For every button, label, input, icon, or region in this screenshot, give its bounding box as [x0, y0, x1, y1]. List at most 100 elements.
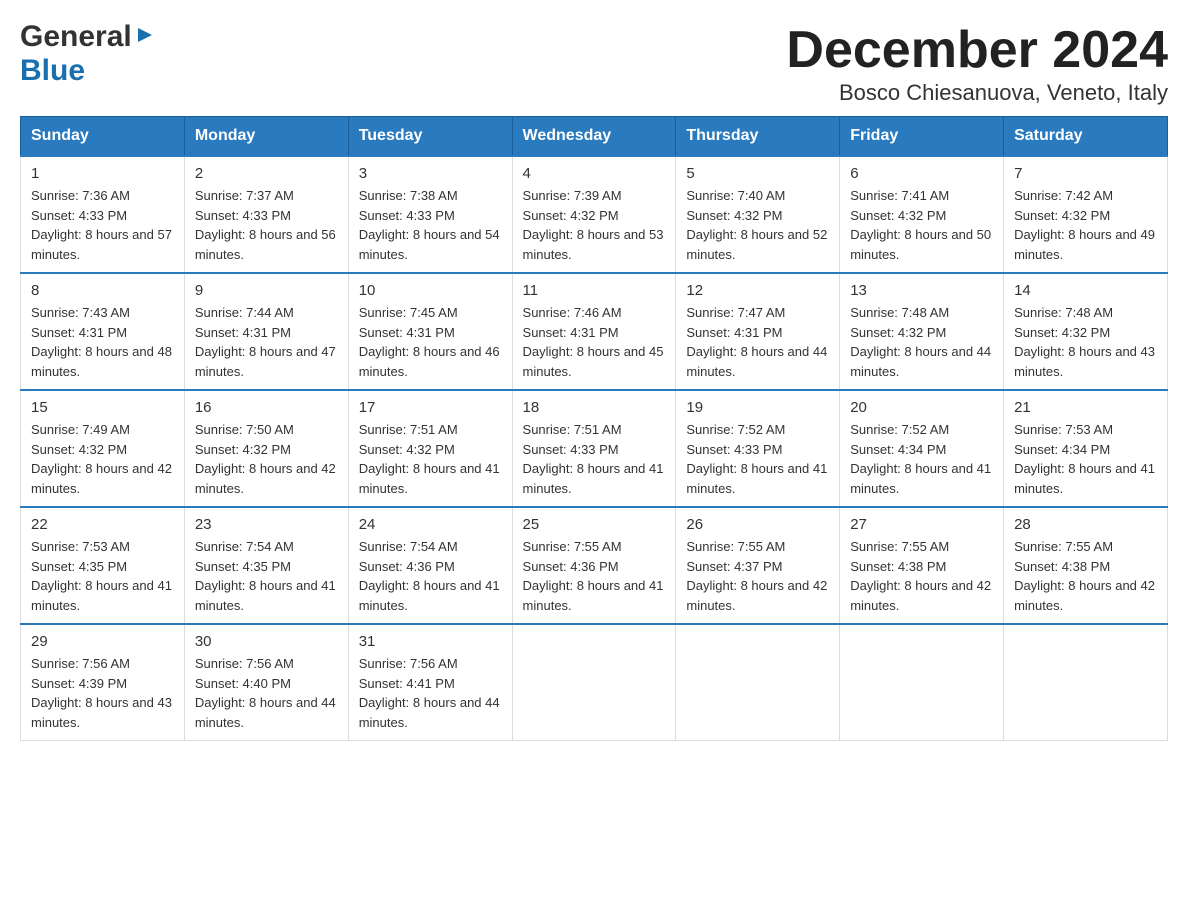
day-number: 26 [686, 516, 829, 533]
calendar-header-row: Sunday Monday Tuesday Wednesday Thursday… [21, 117, 1168, 157]
table-row: 24 Sunrise: 7:54 AM Sunset: 4:36 PM Dayl… [348, 507, 512, 624]
day-info: Sunrise: 7:55 AM Sunset: 4:38 PM Dayligh… [1014, 537, 1157, 615]
day-info: Sunrise: 7:52 AM Sunset: 4:33 PM Dayligh… [686, 420, 829, 498]
table-row: 1 Sunrise: 7:36 AM Sunset: 4:33 PM Dayli… [21, 156, 185, 273]
day-info: Sunrise: 7:51 AM Sunset: 4:33 PM Dayligh… [523, 420, 666, 498]
table-row: 19 Sunrise: 7:52 AM Sunset: 4:33 PM Dayl… [676, 390, 840, 507]
day-info: Sunrise: 7:54 AM Sunset: 4:35 PM Dayligh… [195, 537, 338, 615]
table-row: 18 Sunrise: 7:51 AM Sunset: 4:33 PM Dayl… [512, 390, 676, 507]
day-number: 1 [31, 165, 174, 182]
logo-general: General [20, 20, 132, 54]
table-row: 6 Sunrise: 7:41 AM Sunset: 4:32 PM Dayli… [840, 156, 1004, 273]
table-row: 16 Sunrise: 7:50 AM Sunset: 4:32 PM Dayl… [184, 390, 348, 507]
col-wednesday: Wednesday [512, 117, 676, 157]
table-row: 2 Sunrise: 7:37 AM Sunset: 4:33 PM Dayli… [184, 156, 348, 273]
day-info: Sunrise: 7:55 AM Sunset: 4:37 PM Dayligh… [686, 537, 829, 615]
day-number: 14 [1014, 282, 1157, 299]
day-info: Sunrise: 7:56 AM Sunset: 4:39 PM Dayligh… [31, 654, 174, 732]
page-header: General Blue December 2024 Bosco Chiesan… [20, 20, 1168, 106]
table-row: 30 Sunrise: 7:56 AM Sunset: 4:40 PM Dayl… [184, 624, 348, 741]
table-row: 5 Sunrise: 7:40 AM Sunset: 4:32 PM Dayli… [676, 156, 840, 273]
day-info: Sunrise: 7:42 AM Sunset: 4:32 PM Dayligh… [1014, 186, 1157, 264]
calendar-week-row: 1 Sunrise: 7:36 AM Sunset: 4:33 PM Dayli… [21, 156, 1168, 273]
calendar-table: Sunday Monday Tuesday Wednesday Thursday… [20, 116, 1168, 741]
table-row: 17 Sunrise: 7:51 AM Sunset: 4:32 PM Dayl… [348, 390, 512, 507]
table-row [1004, 624, 1168, 741]
day-info: Sunrise: 7:39 AM Sunset: 4:32 PM Dayligh… [523, 186, 666, 264]
day-number: 15 [31, 399, 174, 416]
title-block: December 2024 Bosco Chiesanuova, Veneto,… [786, 20, 1168, 106]
day-number: 10 [359, 282, 502, 299]
col-monday: Monday [184, 117, 348, 157]
calendar-week-row: 15 Sunrise: 7:49 AM Sunset: 4:32 PM Dayl… [21, 390, 1168, 507]
calendar-week-row: 8 Sunrise: 7:43 AM Sunset: 4:31 PM Dayli… [21, 273, 1168, 390]
table-row: 29 Sunrise: 7:56 AM Sunset: 4:39 PM Dayl… [21, 624, 185, 741]
table-row: 15 Sunrise: 7:49 AM Sunset: 4:32 PM Dayl… [21, 390, 185, 507]
table-row: 20 Sunrise: 7:52 AM Sunset: 4:34 PM Dayl… [840, 390, 1004, 507]
calendar-title: December 2024 [786, 20, 1168, 80]
day-number: 29 [31, 633, 174, 650]
day-number: 13 [850, 282, 993, 299]
day-info: Sunrise: 7:56 AM Sunset: 4:40 PM Dayligh… [195, 654, 338, 732]
logo-arrow-icon [134, 24, 156, 51]
table-row [512, 624, 676, 741]
calendar-week-row: 22 Sunrise: 7:53 AM Sunset: 4:35 PM Dayl… [21, 507, 1168, 624]
day-number: 19 [686, 399, 829, 416]
day-number: 18 [523, 399, 666, 416]
col-tuesday: Tuesday [348, 117, 512, 157]
day-info: Sunrise: 7:46 AM Sunset: 4:31 PM Dayligh… [523, 303, 666, 381]
day-number: 8 [31, 282, 174, 299]
day-info: Sunrise: 7:54 AM Sunset: 4:36 PM Dayligh… [359, 537, 502, 615]
day-number: 30 [195, 633, 338, 650]
day-number: 24 [359, 516, 502, 533]
day-number: 17 [359, 399, 502, 416]
table-row: 28 Sunrise: 7:55 AM Sunset: 4:38 PM Dayl… [1004, 507, 1168, 624]
day-info: Sunrise: 7:53 AM Sunset: 4:34 PM Dayligh… [1014, 420, 1157, 498]
day-info: Sunrise: 7:48 AM Sunset: 4:32 PM Dayligh… [1014, 303, 1157, 381]
day-number: 31 [359, 633, 502, 650]
logo-blue: Blue [20, 54, 85, 87]
table-row: 9 Sunrise: 7:44 AM Sunset: 4:31 PM Dayli… [184, 273, 348, 390]
day-info: Sunrise: 7:53 AM Sunset: 4:35 PM Dayligh… [31, 537, 174, 615]
table-row: 8 Sunrise: 7:43 AM Sunset: 4:31 PM Dayli… [21, 273, 185, 390]
table-row [676, 624, 840, 741]
table-row: 3 Sunrise: 7:38 AM Sunset: 4:33 PM Dayli… [348, 156, 512, 273]
day-info: Sunrise: 7:40 AM Sunset: 4:32 PM Dayligh… [686, 186, 829, 264]
day-info: Sunrise: 7:55 AM Sunset: 4:36 PM Dayligh… [523, 537, 666, 615]
day-info: Sunrise: 7:51 AM Sunset: 4:32 PM Dayligh… [359, 420, 502, 498]
day-info: Sunrise: 7:55 AM Sunset: 4:38 PM Dayligh… [850, 537, 993, 615]
table-row: 13 Sunrise: 7:48 AM Sunset: 4:32 PM Dayl… [840, 273, 1004, 390]
table-row: 22 Sunrise: 7:53 AM Sunset: 4:35 PM Dayl… [21, 507, 185, 624]
table-row: 31 Sunrise: 7:56 AM Sunset: 4:41 PM Dayl… [348, 624, 512, 741]
table-row: 12 Sunrise: 7:47 AM Sunset: 4:31 PM Dayl… [676, 273, 840, 390]
table-row: 14 Sunrise: 7:48 AM Sunset: 4:32 PM Dayl… [1004, 273, 1168, 390]
day-number: 20 [850, 399, 993, 416]
table-row: 4 Sunrise: 7:39 AM Sunset: 4:32 PM Dayli… [512, 156, 676, 273]
day-number: 4 [523, 165, 666, 182]
day-number: 22 [31, 516, 174, 533]
day-number: 16 [195, 399, 338, 416]
day-number: 2 [195, 165, 338, 182]
day-number: 11 [523, 282, 666, 299]
col-friday: Friday [840, 117, 1004, 157]
day-number: 27 [850, 516, 993, 533]
table-row: 25 Sunrise: 7:55 AM Sunset: 4:36 PM Dayl… [512, 507, 676, 624]
table-row: 10 Sunrise: 7:45 AM Sunset: 4:31 PM Dayl… [348, 273, 512, 390]
day-info: Sunrise: 7:50 AM Sunset: 4:32 PM Dayligh… [195, 420, 338, 498]
day-number: 21 [1014, 399, 1157, 416]
table-row: 11 Sunrise: 7:46 AM Sunset: 4:31 PM Dayl… [512, 273, 676, 390]
day-number: 12 [686, 282, 829, 299]
calendar-week-row: 29 Sunrise: 7:56 AM Sunset: 4:39 PM Dayl… [21, 624, 1168, 741]
day-number: 28 [1014, 516, 1157, 533]
col-saturday: Saturday [1004, 117, 1168, 157]
day-number: 3 [359, 165, 502, 182]
day-number: 7 [1014, 165, 1157, 182]
day-info: Sunrise: 7:43 AM Sunset: 4:31 PM Dayligh… [31, 303, 174, 381]
day-info: Sunrise: 7:45 AM Sunset: 4:31 PM Dayligh… [359, 303, 502, 381]
day-number: 5 [686, 165, 829, 182]
col-thursday: Thursday [676, 117, 840, 157]
day-info: Sunrise: 7:41 AM Sunset: 4:32 PM Dayligh… [850, 186, 993, 264]
day-info: Sunrise: 7:49 AM Sunset: 4:32 PM Dayligh… [31, 420, 174, 498]
table-row: 21 Sunrise: 7:53 AM Sunset: 4:34 PM Dayl… [1004, 390, 1168, 507]
day-info: Sunrise: 7:48 AM Sunset: 4:32 PM Dayligh… [850, 303, 993, 381]
